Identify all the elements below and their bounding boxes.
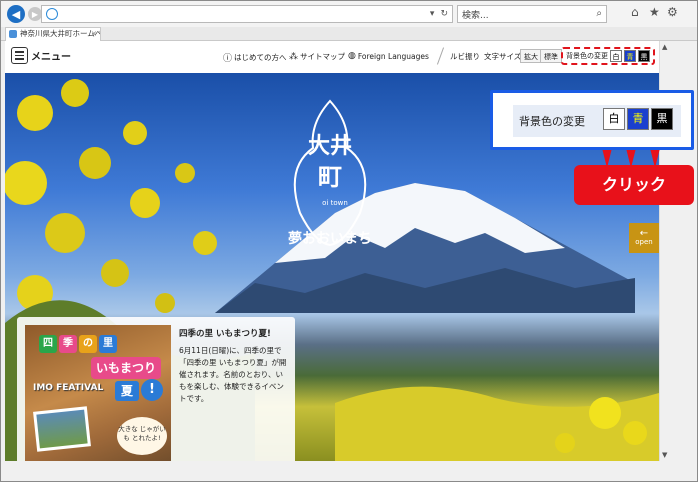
search-placeholder: 検索... <box>462 10 489 21</box>
callout-black-button: 黒 <box>651 108 673 130</box>
bg-black-button[interactable]: 黒 <box>638 50 650 62</box>
callout-label: 背景色の変更 <box>519 115 585 128</box>
search-icon[interactable]: ⌕ <box>596 8 602 19</box>
text-size-label: 文字サイズ <box>484 51 521 62</box>
bg-white-button[interactable]: 白 <box>610 50 622 62</box>
browser-toolbar: ◀ ▶ ▾ ↻ 検索... ⌕ ⌂ ★ ⚙ <box>1 1 697 27</box>
news-title[interactable]: 四季の里 いもまつり夏! <box>179 327 271 339</box>
header-link-foreign-languages[interactable]: ◍ Foreign Languages <box>348 51 429 61</box>
arrow-left-icon: ← <box>639 228 649 239</box>
scroll-up-icon[interactable]: ▲ <box>662 43 667 51</box>
logo-text-1: 大井 <box>308 134 352 159</box>
logo-tagline: 夢おおいまち <box>288 230 372 247</box>
badge-char: 季 <box>59 335 77 353</box>
close-icon[interactable]: × <box>91 28 97 40</box>
logo-text-2: 町 <box>318 163 342 191</box>
scroll-down-icon[interactable]: ▼ <box>662 451 667 459</box>
badge-char: の <box>79 335 97 353</box>
browser-window: ◀ ▶ ▾ ↻ 検索... ⌕ ⌂ ★ ⚙ 神奈川県大井町ホームペー... × … <box>0 0 698 482</box>
bg-change-callout: 背景色の変更 白 青 黒 <box>490 90 694 150</box>
callout-blue-button: 青 <box>627 108 649 130</box>
globe-icon: ◍ <box>348 51 356 61</box>
news-body: 6月11日(日曜)に、四季の里で「四季の里 いもまつり夏」が開催されます。名前の… <box>179 346 287 403</box>
ie-icon <box>46 8 58 20</box>
sitemap-icon: ⁂ <box>289 51 298 62</box>
tab-row: 神奈川県大井町ホームペー... × <box>1 27 697 41</box>
tab-title: 神奈川県大井町ホームペー... <box>20 29 101 38</box>
oi-town-logo: 大井 町 oi town 夢おおいまち <box>288 99 372 247</box>
address-bar[interactable]: ▾ ↻ <box>41 5 453 23</box>
search-dropdown-icon[interactable]: ▾ <box>430 9 435 19</box>
news-card[interactable]: 四 季 の 里 いもまつり IMO FEATIVAL 夏 ! 大きな じゃがいも… <box>17 317 295 461</box>
browser-search-input[interactable]: 検索... ⌕ <box>457 5 607 23</box>
home-icon[interactable]: ⌂ <box>631 5 639 19</box>
refresh-icon[interactable]: ↻ <box>440 9 448 19</box>
standard-button[interactable]: 標準 <box>540 49 562 63</box>
exclamation-label: ! <box>141 379 163 401</box>
header-divider <box>436 47 445 65</box>
gear-icon[interactable]: ⚙ <box>667 5 678 19</box>
header-link-sitemap[interactable]: ⁂ サイトマップ <box>289 51 345 62</box>
menu-label: メニュー <box>31 52 71 63</box>
info-icon: ⓘ <box>223 54 233 64</box>
badge-char: 里 <box>99 335 117 353</box>
open-tab-label: open <box>635 238 653 246</box>
imo-matsuri-label: いもまつり <box>91 357 161 379</box>
ruby-label: ルビ振り <box>450 52 480 61</box>
text-size-text: 文字サイズ <box>484 52 522 61</box>
speech-bubble: 大きな じゃがいも とれたよ! <box>117 417 167 455</box>
shiki-no-sato-badge: 四 季 の 里 <box>39 335 117 353</box>
hamburger-icon <box>11 47 28 64</box>
imo-festival-label: IMO FEATIVAL <box>33 383 104 393</box>
natsu-label: 夏 <box>115 381 139 401</box>
bg-blue-button[interactable]: 青 <box>624 50 636 62</box>
favorites-icon[interactable]: ★ <box>649 5 660 19</box>
callout-white-button: 白 <box>603 108 625 130</box>
enlarge-button[interactable]: 拡大 <box>520 49 542 63</box>
menu-button[interactable]: メニュー <box>11 47 71 64</box>
children-photo <box>33 406 91 452</box>
forward-button[interactable]: ▶ <box>28 7 42 21</box>
site-header: メニュー ⓘ はじめての方へ ⁂ サイトマップ ◍ Foreign Langua… <box>5 41 659 73</box>
browser-tab[interactable]: 神奈川県大井町ホームペー... × <box>5 27 101 41</box>
news-card-image[interactable]: 四 季 の 里 いもまつり IMO FEATIVAL 夏 ! 大きな じゃがいも… <box>25 325 171 461</box>
badge-char: 四 <box>39 335 57 353</box>
back-button[interactable]: ◀ <box>7 5 25 23</box>
bg-change-label: 背景色の変更 <box>566 52 608 60</box>
header-link-label: Foreign Languages <box>357 51 429 61</box>
header-link-label: はじめての方へ <box>234 53 287 62</box>
field-flowers-image <box>335 386 659 461</box>
click-callout: クリック <box>574 165 694 205</box>
favicon-icon <box>9 30 17 38</box>
ruby-toggle[interactable]: ルビ振り <box>450 51 480 62</box>
header-link-label: サイトマップ <box>300 52 345 61</box>
logo-sub: oi town <box>322 199 348 207</box>
header-link-first-time[interactable]: ⓘ はじめての方へ <box>223 51 287 64</box>
open-tab-button[interactable]: ← open <box>629 223 659 253</box>
